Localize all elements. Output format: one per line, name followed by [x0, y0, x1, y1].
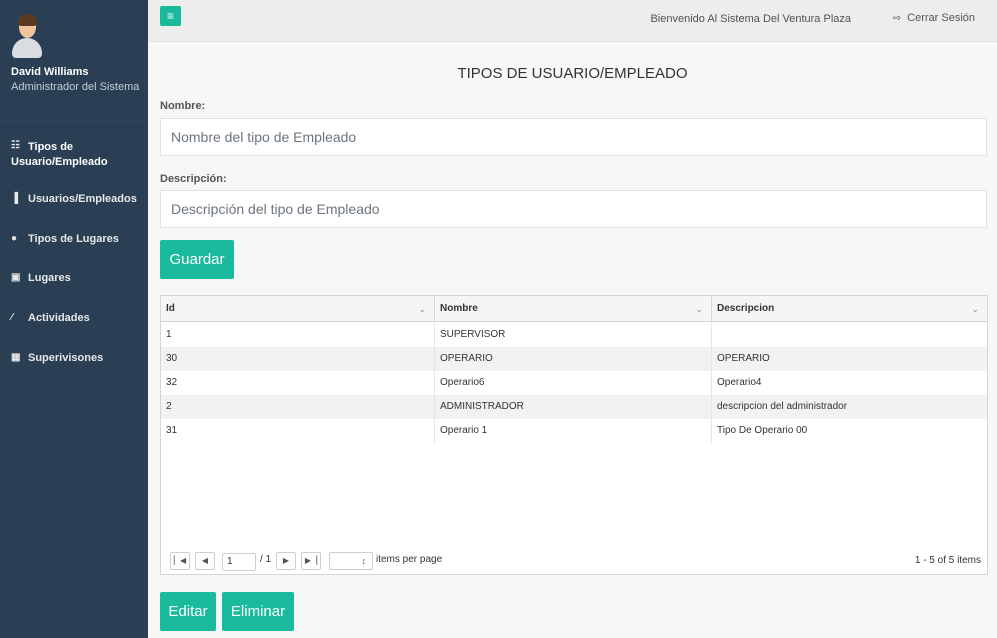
cell-descripcion: Operario4	[711, 371, 987, 395]
cell-id: 31	[166, 425, 178, 436]
description-input[interactable]	[160, 190, 987, 228]
cell-nombre: Operario6	[434, 371, 711, 395]
column-header-label: Id	[166, 303, 175, 314]
sidebar-item-label-line2: Usuario/Empleado	[11, 156, 108, 168]
table-row[interactable]: 2 ADMINISTRADOR descripcion del administ…	[161, 395, 987, 419]
sidebar-item-usuarios[interactable]: ▐ Usuarios/Empleados	[0, 193, 148, 205]
table-row[interactable]: 32 Operario6 Operario4	[161, 371, 987, 395]
page-number-input[interactable]: 1	[222, 553, 256, 571]
chevron-down-icon[interactable]: ⌄	[971, 296, 979, 322]
sign-out-icon: ⇨	[892, 13, 902, 24]
sidebar-item-label: Actividades	[28, 312, 90, 324]
sidebar-item-label: Usuarios/Empleados	[28, 193, 137, 205]
grid-pager: ▏◀ ◀ 1 / 1 ▶ ▶▕ ↕ items per page 1 - 5 o…	[161, 547, 987, 575]
cell-descripcion: OPERARIO	[711, 347, 987, 371]
user-role: Administrador del Sistema	[11, 81, 140, 93]
description-label: Descripción:	[160, 173, 227, 185]
user-name: David Williams	[11, 66, 89, 78]
chevron-down-icon[interactable]: ⌄	[695, 296, 703, 322]
last-page-button[interactable]: ▶▕	[301, 552, 321, 570]
edit-button[interactable]: Editar	[160, 592, 216, 631]
user-types-grid: Id ⌄ Nombre ⌄ Descripcion ⌄ 1 SUPERVISOR…	[160, 295, 988, 575]
cell-nombre: SUPERVISOR	[434, 323, 711, 347]
sidebar-item-label-line1: Tipos de	[28, 141, 74, 153]
cell-descripcion	[711, 323, 987, 347]
prev-page-button[interactable]: ◀	[195, 552, 215, 570]
page-count: / 1	[260, 554, 272, 565]
logout-link[interactable]: ⇨ Cerrar Sesión	[893, 12, 975, 24]
globe-icon: ●	[11, 233, 18, 244]
cell-id: 32	[166, 377, 178, 388]
cell-descripcion: Tipo De Operario 00	[711, 419, 987, 443]
first-page-button[interactable]: ▏◀	[170, 552, 190, 570]
column-header-nombre[interactable]: Nombre ⌄	[434, 296, 711, 322]
welcome-text: Bienvenido Al Sistema Del Ventura Plaza	[650, 13, 851, 25]
top-navbar: ≡ Bienvenido Al Sistema Del Ventura Plaz…	[148, 0, 997, 42]
sitemap-icon: ☷	[11, 140, 20, 151]
cell-id: 2	[166, 401, 172, 412]
name-label: Nombre:	[160, 100, 206, 112]
table-row[interactable]: 30 OPERARIO OPERARIO	[161, 347, 987, 371]
sidebar-item-actividades[interactable]: ∕ Actividades	[0, 312, 148, 324]
cell-id: 1	[166, 329, 172, 340]
sidebar-item-lugares[interactable]: ▣ Lugares	[0, 272, 148, 284]
page-size-select[interactable]: ↕	[329, 552, 373, 570]
table-row[interactable]: 1 SUPERVISOR	[161, 323, 987, 347]
page-title: TIPOS DE USUARIO/EMPLEADO	[457, 65, 688, 82]
cell-nombre: Operario 1	[434, 419, 711, 443]
grid-header: Id ⌄ Nombre ⌄ Descripcion ⌄	[161, 296, 987, 322]
cell-descripcion: descripcion del administrador	[711, 395, 987, 419]
name-input[interactable]	[160, 118, 987, 156]
sidebar-item-tipos-usuario[interactable]: ☷ Tipos de Usuario/Empleado	[0, 140, 148, 170]
items-per-page-label: items per page	[376, 554, 443, 565]
delete-button[interactable]: Eliminar	[222, 592, 294, 631]
column-header-label: Descripcion	[717, 303, 775, 314]
profile-panel: David Williams Administrador del Sistema	[0, 0, 148, 122]
picture-icon: ▣	[11, 272, 21, 283]
sidebar: David Williams Administrador del Sistema…	[0, 0, 148, 638]
cell-nombre: ADMINISTRADOR	[434, 395, 711, 419]
sidebar-item-superivisones[interactable]: ▦ Superivisones	[0, 352, 148, 364]
table-row[interactable]: 31 Operario 1 Tipo De Operario 00	[161, 419, 987, 443]
main-content: TIPOS DE USUARIO/EMPLEADO Nombre: Descri…	[148, 42, 997, 638]
column-header-id[interactable]: Id ⌄	[161, 296, 434, 322]
bar-chart-icon: ▐	[11, 193, 19, 204]
column-header-descripcion[interactable]: Descripcion ⌄	[711, 296, 987, 322]
magic-wand-icon: ∕	[11, 312, 13, 323]
cell-id: 30	[166, 353, 178, 364]
menu-toggle-button[interactable]: ≡	[160, 6, 181, 26]
cell-nombre: OPERARIO	[434, 347, 711, 371]
logout-label: Cerrar Sesión	[907, 12, 975, 24]
next-page-button[interactable]: ▶	[276, 552, 296, 570]
chevron-down-icon[interactable]: ⌄	[418, 296, 426, 322]
sidebar-item-label: Superivisones	[28, 352, 104, 364]
table-icon: ▦	[11, 352, 21, 363]
sidebar-item-label: Tipos de Lugares	[28, 233, 119, 245]
sidebar-item-label: Lugares	[28, 272, 71, 284]
avatar	[12, 14, 42, 58]
save-button[interactable]: Guardar	[160, 240, 234, 279]
sidebar-item-tipos-lugares[interactable]: ● Tipos de Lugares	[0, 233, 148, 245]
column-header-label: Nombre	[440, 303, 478, 314]
pager-info: 1 - 5 of 5 items	[914, 555, 981, 566]
